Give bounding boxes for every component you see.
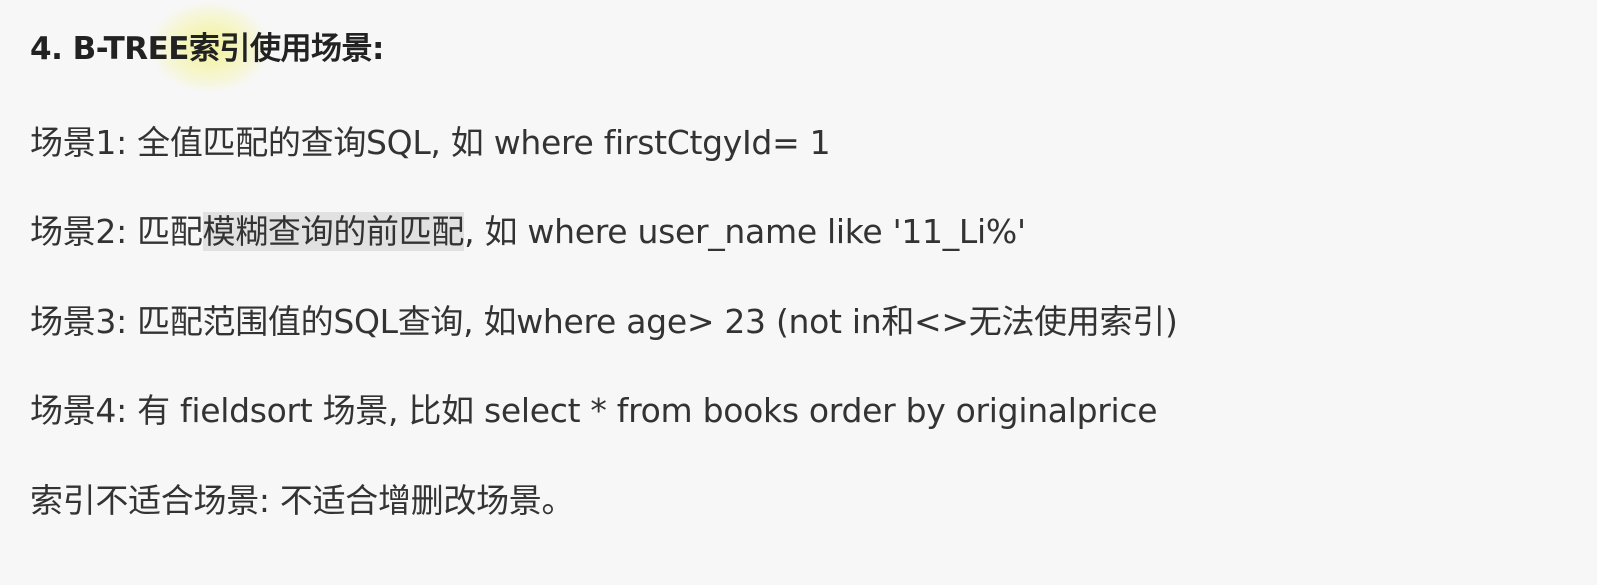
scene-3-text: 匹配范围值的SQL查询, 如where age> 23 (not in和<>无法… xyxy=(137,302,1178,341)
scene-2-text-after: , 如 where user_name like '11_Li%' xyxy=(464,212,1026,251)
scene-3-prefix: 场景3: xyxy=(30,302,127,341)
scene-4-prefix: 场景4: xyxy=(30,391,127,430)
scene-2-prefix: 场景2: xyxy=(30,212,127,251)
scene-2-highlighted-text[interactable]: 模糊查询的前匹配 xyxy=(202,212,464,251)
scene-1-line: 场景1: 全值匹配的查询SQL, 如 where firstCtgyId= 1 xyxy=(30,118,831,168)
scene-2-text-before: 匹配 xyxy=(137,212,203,251)
section-heading: 4. B-TREE索引使用场景: xyxy=(30,31,384,67)
scene-3-line: 场景3: 匹配范围值的SQL查询, 如where age> 23 (not in… xyxy=(30,297,1178,347)
document-page: 4. B-TREE索引使用场景: 场景1: 全值匹配的查询SQL, 如 wher… xyxy=(0,0,1597,585)
scene-4-line: 场景4: 有 fieldsort 场景, 比如 select * from bo… xyxy=(30,386,1158,436)
scene-1-prefix: 场景1: xyxy=(30,123,127,162)
scene-4-text: 有 fieldsort 场景, 比如 select * from books o… xyxy=(137,391,1158,430)
scene-1-text: 全值匹配的查询SQL, 如 where firstCtgyId= 1 xyxy=(137,123,831,162)
scene-2-line: 场景2: 匹配模糊查询的前匹配, 如 where user_name like … xyxy=(30,207,1026,257)
unsuitable-scenario-line: 索引不适合场景: 不适合增删改场景。 xyxy=(30,481,575,520)
